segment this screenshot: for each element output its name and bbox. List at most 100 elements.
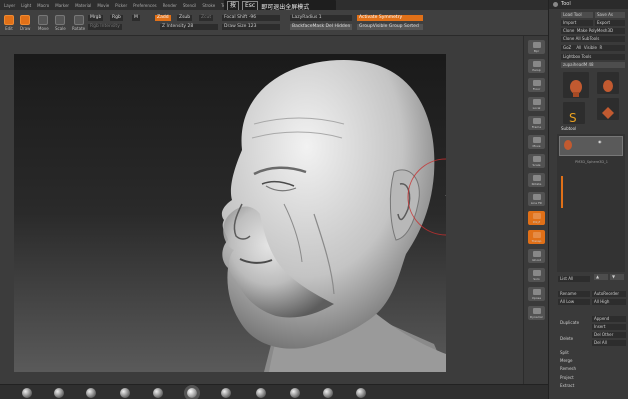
brush-ball-1[interactable] <box>22 388 32 398</box>
scale-button[interactable]: Scale <box>55 13 66 31</box>
menu-item-render[interactable]: Render <box>163 3 177 8</box>
autoreorder-button[interactable]: AutoReorder <box>592 291 626 297</box>
brush-ball-10[interactable] <box>323 388 333 398</box>
menu-item-stencil[interactable]: Stencil <box>183 3 197 8</box>
z-intensity-slider[interactable]: Z Intensity 28 <box>160 24 218 30</box>
group-visible-button[interactable]: GroupVisible Group Sorted <box>357 24 423 30</box>
head-thumb-icon <box>570 80 582 97</box>
zsub-button[interactable]: Zsub <box>177 15 193 21</box>
import-button[interactable]: Import <box>561 20 593 26</box>
edit-button[interactable]: Edit <box>4 13 14 31</box>
shelf-dynamic-button[interactable]: Dynamic <box>528 306 545 320</box>
shelf-local-button[interactable]: Local <box>528 97 545 111</box>
subtool-scrollbar[interactable] <box>561 176 563 208</box>
tool-thumb-cylinder[interactable] <box>597 72 619 94</box>
all-high-button[interactable]: All High <box>592 299 626 305</box>
rgb-button[interactable]: Rgb <box>110 15 123 21</box>
shelf-solo-button[interactable]: Solo <box>528 268 545 282</box>
brush-ball-11[interactable] <box>356 388 366 398</box>
menu-item-marker[interactable]: Marker <box>55 3 69 8</box>
subtool-slot-5[interactable] <box>561 222 621 232</box>
zadd-button[interactable]: Zadd <box>155 15 171 21</box>
menu-item-layer[interactable]: Layer <box>4 3 15 8</box>
rotate-button[interactable]: Rotate <box>72 13 85 31</box>
insert-button[interactable]: Insert <box>592 324 626 330</box>
shelf-polyf-button[interactable]: Polyf <box>528 211 545 225</box>
shelf-move-button[interactable]: Move <box>528 135 545 149</box>
shelf-frame-button[interactable]: Frame <box>528 116 545 130</box>
lightbox-tools-button[interactable]: Lightbox Tools <box>561 54 625 60</box>
goz-row[interactable]: GoZ All Visible R <box>561 45 625 51</box>
arrow-down-button[interactable]: ▼ <box>610 274 624 280</box>
append-button[interactable]: Append <box>592 316 626 322</box>
subtool-slot-4[interactable] <box>561 202 621 212</box>
arrow-up-button[interactable]: ▲ <box>594 274 608 280</box>
menu-item-picker[interactable]: Picker <box>115 3 127 8</box>
shelf-scale-button[interactable]: Scale <box>528 154 545 168</box>
draw-size-slider[interactable]: Draw Size 123 <box>222 24 280 30</box>
export-button[interactable]: Export <box>595 20 625 26</box>
tool-panel-title[interactable]: Tool <box>549 0 628 9</box>
shelf-rotate-button[interactable]: Rotate <box>528 173 545 187</box>
viewport[interactable]: ↻ <box>14 54 446 372</box>
draw-button[interactable]: Draw <box>20 13 30 31</box>
shelf-line-fill-button[interactable]: Line Fill <box>528 192 545 206</box>
list-all-button[interactable]: List All <box>558 276 590 282</box>
brush-ball-4[interactable] <box>120 388 130 398</box>
activate-symmetry-button[interactable]: Activate Symmetry <box>357 15 423 21</box>
menu-item-preferences[interactable]: Preferences <box>133 3 157 8</box>
all-low-button[interactable]: All Low <box>558 299 590 305</box>
move-button[interactable]: Move <box>38 13 49 31</box>
clone-all-subtools-button[interactable]: Clone All SubTools <box>561 36 625 42</box>
menu-item-material[interactable]: Material <box>75 3 91 8</box>
eye-icon[interactable]: ◉ <box>598 139 602 144</box>
focal-shift-slider[interactable]: Focal Shift -96 <box>222 15 280 21</box>
shelf-persp-button[interactable]: Persp <box>528 59 545 73</box>
tool-thumb-simplebrush[interactable]: S <box>563 102 585 124</box>
brush-ball-8[interactable] <box>256 388 266 398</box>
save-as-button[interactable]: Save As <box>595 12 625 18</box>
backface-mask-button[interactable]: BackfaceMask Del Hidden <box>290 24 352 30</box>
brush-ball-7[interactable] <box>221 388 231 398</box>
rgb-intensity-slider[interactable]: Rgb Intensity <box>88 24 122 30</box>
brush-ball-6-selected[interactable] <box>187 388 197 398</box>
menu-item-light[interactable]: Light <box>21 3 31 8</box>
delete-button[interactable]: Delete <box>558 336 590 342</box>
rename-button[interactable]: Rename <box>558 291 590 297</box>
load-tool-button[interactable]: Load Tool <box>561 12 593 18</box>
menu-item-stroke[interactable]: Stroke <box>202 3 215 8</box>
shelf-xpose-button[interactable]: Xpose <box>528 287 545 301</box>
brush-ball-5[interactable] <box>153 388 163 398</box>
zcut-button[interactable]: Zcut <box>199 15 214 21</box>
del-all-button[interactable]: Del All <box>592 340 626 346</box>
shelf-bpr-button[interactable]: Bpr <box>528 40 545 54</box>
shelf-transp-button[interactable]: Transp <box>528 230 545 244</box>
mrgb-button[interactable]: Mrgb <box>88 15 104 21</box>
remesh-button[interactable]: Remesh <box>558 366 624 372</box>
menu-item-movie[interactable]: Movie <box>97 3 109 8</box>
brush-ball-3[interactable] <box>86 388 96 398</box>
subtool-slot-6[interactable] <box>561 242 621 252</box>
project-button[interactable]: Project <box>558 375 624 381</box>
lazy-radius-slider[interactable]: LazyRadius 1 <box>290 15 352 21</box>
tool-thumb-head[interactable] <box>563 72 589 98</box>
duplicate-button[interactable]: Duplicate <box>558 320 590 326</box>
subtool-slot-3[interactable] <box>561 182 621 192</box>
split-button[interactable]: Split <box>558 350 624 356</box>
shelf-label: Solo <box>533 276 540 281</box>
shelf-ghost-button[interactable]: Ghost <box>528 249 545 263</box>
brush-ball-2[interactable] <box>54 388 64 398</box>
menu-item-macro[interactable]: Macro <box>37 3 49 8</box>
m-button[interactable]: M <box>132 15 140 21</box>
merge-button[interactable]: Merge <box>558 358 624 364</box>
extract-button[interactable]: Extract <box>558 383 624 389</box>
current-tool-label[interactable]: zupaiheadM 48 <box>561 62 625 68</box>
shelf-floor-icon <box>532 79 541 86</box>
subtool-header[interactable]: Subtool <box>559 126 625 132</box>
clone-row[interactable]: Clone Make PolyMesh3D <box>561 28 625 34</box>
del-other-button[interactable]: Del Other <box>592 332 626 338</box>
brush-ball-9[interactable] <box>290 388 300 398</box>
shelf-floor-button[interactable]: Floor <box>528 78 545 92</box>
tool-thumb-polymesh[interactable] <box>597 98 619 120</box>
subtool-selected-item[interactable]: ◉ <box>559 136 623 156</box>
